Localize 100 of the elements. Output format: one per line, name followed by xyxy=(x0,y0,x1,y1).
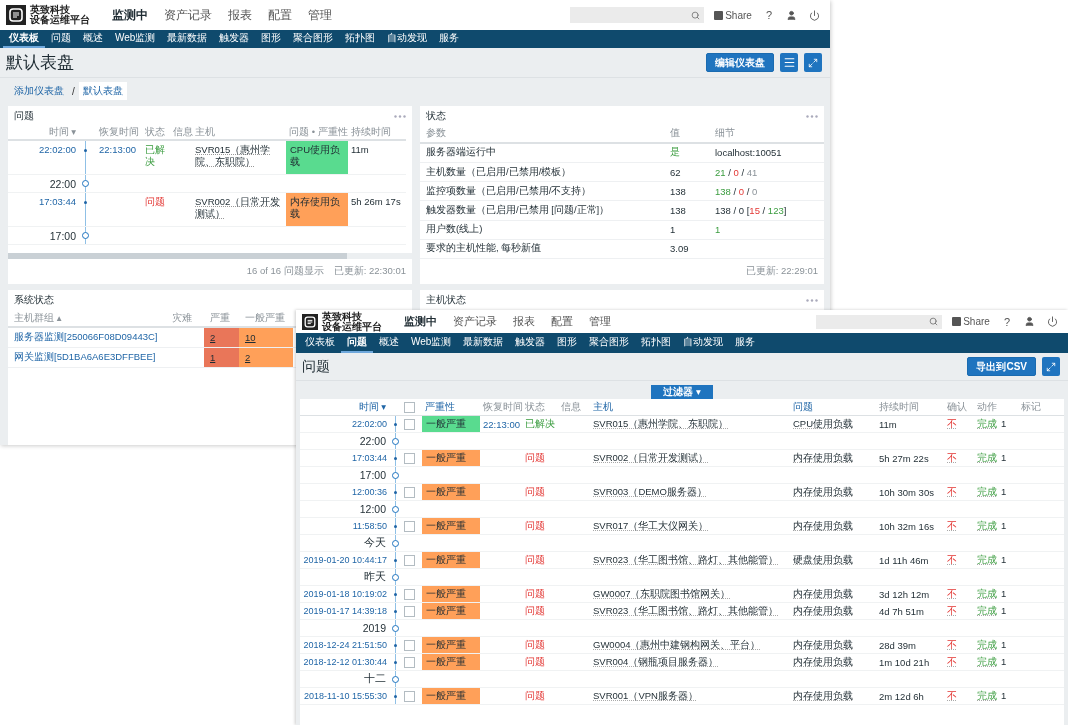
host-link[interactable]: SVR004（钢瓶项目服务器） xyxy=(590,655,722,669)
sub-menu-tab[interactable]: 最新数据 xyxy=(457,333,510,353)
host-link[interactable]: SVR023（华工图书馆、路灯、其他能管） xyxy=(590,553,782,567)
host-link[interactable]: GW0004（惠州中建钢构网关、平台） xyxy=(590,638,764,652)
acknowledge-link[interactable]: 不 xyxy=(944,587,960,601)
power-icon[interactable] xyxy=(1047,316,1058,327)
problem-count-cell[interactable]: 1 xyxy=(204,348,239,367)
column-header[interactable]: 主机 xyxy=(590,400,790,414)
sub-menu-tab[interactable]: 概述 xyxy=(373,333,405,353)
action-status-link[interactable]: 完成 xyxy=(977,587,997,601)
action-status-link[interactable]: 完成 xyxy=(977,655,997,669)
sub-menu-tab[interactable]: 触发器 xyxy=(509,333,552,353)
problem-link[interactable]: 内存使用负载 xyxy=(790,689,856,703)
host-link[interactable]: SVR001（VPN服务器） xyxy=(590,689,701,703)
share-button[interactable]: Share xyxy=(714,9,752,21)
filter-tab[interactable]: 过滤器 ▾ xyxy=(651,385,713,399)
action-status-link[interactable]: 完成 xyxy=(977,638,997,652)
more-icon[interactable] xyxy=(394,114,406,118)
sub-menu-tab[interactable]: 仪表板 xyxy=(3,30,45,48)
row-checkbox[interactable] xyxy=(404,605,415,617)
acknowledge-link[interactable]: 不 xyxy=(944,689,960,703)
sub-menu-tab[interactable]: Web监测 xyxy=(405,333,458,353)
main-menu-tab[interactable]: 资产记录 xyxy=(445,314,505,329)
row-checkbox[interactable] xyxy=(404,639,415,651)
main-menu-tab[interactable]: 报表 xyxy=(505,314,543,329)
edit-dashboard-button[interactable]: 编辑仪表盘 xyxy=(706,53,774,72)
problem-count-cell[interactable]: 2 xyxy=(204,328,239,347)
export-csv-button[interactable]: 导出到CSV xyxy=(967,357,1036,376)
action-status-link[interactable]: 完成 xyxy=(977,604,997,618)
problem-link[interactable]: 内存使用负载 xyxy=(790,655,856,669)
row-checkbox[interactable] xyxy=(404,520,415,532)
select-all-checkbox[interactable] xyxy=(404,401,415,413)
sub-menu-tab[interactable]: 自动发现 xyxy=(381,30,434,48)
row-checkbox[interactable] xyxy=(404,588,415,600)
row-checkbox[interactable] xyxy=(404,554,415,566)
time-link[interactable]: 2018-12-12 01:30:44 xyxy=(300,657,392,667)
breadcrumb-link[interactable]: 添加仪表盘 xyxy=(10,82,68,100)
action-status-link[interactable]: 完成 xyxy=(977,485,997,499)
acknowledge-link[interactable]: 不 xyxy=(944,553,960,567)
problem-link[interactable]: 内存使用负载 xyxy=(790,587,856,601)
search-field[interactable] xyxy=(570,7,705,23)
sub-menu-tab[interactable]: 服务 xyxy=(729,333,762,353)
column-header[interactable]: 严重性 xyxy=(422,400,480,414)
problem-link[interactable]: 内存使用负载 xyxy=(790,638,856,652)
action-status-link[interactable]: 完成 xyxy=(977,451,997,465)
breadcrumb-link[interactable]: 默认表盘 xyxy=(78,82,127,100)
problem-cell[interactable]: CPU使用负载 xyxy=(286,141,348,174)
problem-link[interactable]: 内存使用负载 xyxy=(790,485,856,499)
host-group-link[interactable]: 网关监测[5D1BA6A6E3DFFBEE] xyxy=(8,351,166,364)
row-checkbox[interactable] xyxy=(404,418,415,430)
horizontal-scrollbar[interactable] xyxy=(8,253,412,259)
sub-menu-tab[interactable]: 聚合图形 xyxy=(583,333,636,353)
time-link[interactable]: 22:02:00 xyxy=(8,141,82,174)
time-link[interactable]: 2019-01-20 10:44:17 xyxy=(300,555,392,565)
search-field[interactable] xyxy=(816,314,943,329)
problem-link[interactable]: 硬盘使用负载 xyxy=(790,553,856,567)
acknowledge-link[interactable]: 不 xyxy=(944,417,960,431)
action-status-link[interactable]: 完成 xyxy=(977,417,997,431)
acknowledge-link[interactable]: 不 xyxy=(944,604,960,618)
time-link[interactable]: 2018-11-10 15:55:30 xyxy=(300,691,392,701)
user-icon[interactable] xyxy=(786,9,797,21)
main-menu-tab[interactable]: 报表 xyxy=(220,6,260,24)
time-link[interactable]: 2019-01-17 14:39:18 xyxy=(300,606,392,616)
problem-count-cell[interactable]: 10 xyxy=(239,328,293,347)
time-link[interactable]: 22:02:00 xyxy=(300,419,392,429)
menu-icon[interactable] xyxy=(780,53,798,72)
sub-menu-tab[interactable]: 最新数据 xyxy=(161,30,214,48)
time-link[interactable]: 2018-12-24 21:51:50 xyxy=(300,640,392,650)
more-icon[interactable] xyxy=(806,298,818,302)
problem-link[interactable]: 内存使用负载 xyxy=(790,519,856,533)
more-icon[interactable] xyxy=(806,114,818,118)
host-link[interactable]: SVR017（华工大仪网关） xyxy=(590,519,712,533)
fullscreen-icon[interactable] xyxy=(1042,357,1060,376)
sub-menu-tab[interactable]: 服务 xyxy=(433,30,466,48)
problem-cell[interactable]: 内存使用负载 xyxy=(286,193,348,226)
host-link[interactable]: SVR003（DEMO服务器） xyxy=(590,485,710,499)
acknowledge-link[interactable]: 不 xyxy=(944,485,960,499)
main-menu-tab[interactable]: 监测中 xyxy=(104,6,156,24)
host-link[interactable]: SVR023（华工图书馆、路灯、其他能管） xyxy=(590,604,782,618)
time-link[interactable]: 12:00:36 xyxy=(300,487,392,497)
sub-menu-tab[interactable]: 问题 xyxy=(341,333,373,353)
sub-menu-tab[interactable]: 仪表板 xyxy=(299,333,341,353)
recovery-time-link[interactable]: 22:13:00 xyxy=(480,418,522,430)
sub-menu-tab[interactable]: 拓扑图 xyxy=(339,30,382,48)
sub-menu-tab[interactable]: 图形 xyxy=(255,30,288,48)
column-header[interactable]: 问题 xyxy=(790,400,876,414)
sub-menu-tab[interactable]: 拓扑图 xyxy=(635,333,678,353)
acknowledge-link[interactable]: 不 xyxy=(944,655,960,669)
host-link[interactable]: SVR015（惠州学院、东职院） xyxy=(192,141,286,168)
main-menu-tab[interactable]: 配置 xyxy=(260,6,300,24)
action-status-link[interactable]: 完成 xyxy=(977,553,997,567)
sub-menu-tab[interactable]: 问题 xyxy=(45,30,77,48)
problem-count-cell[interactable]: 2 xyxy=(239,348,293,367)
help-button[interactable]: ? xyxy=(1003,315,1010,328)
time-link[interactable]: 2019-01-18 10:19:02 xyxy=(300,589,392,599)
recovery-time-link[interactable]: 22:13:00 xyxy=(96,141,142,174)
host-link[interactable]: SVR002（日常开发测试） xyxy=(192,193,286,220)
main-menu-tab[interactable]: 资产记录 xyxy=(156,6,220,24)
time-link[interactable]: 17:03:44 xyxy=(300,453,392,463)
host-link[interactable]: GW0007（东职院图书馆网关） xyxy=(590,587,734,601)
